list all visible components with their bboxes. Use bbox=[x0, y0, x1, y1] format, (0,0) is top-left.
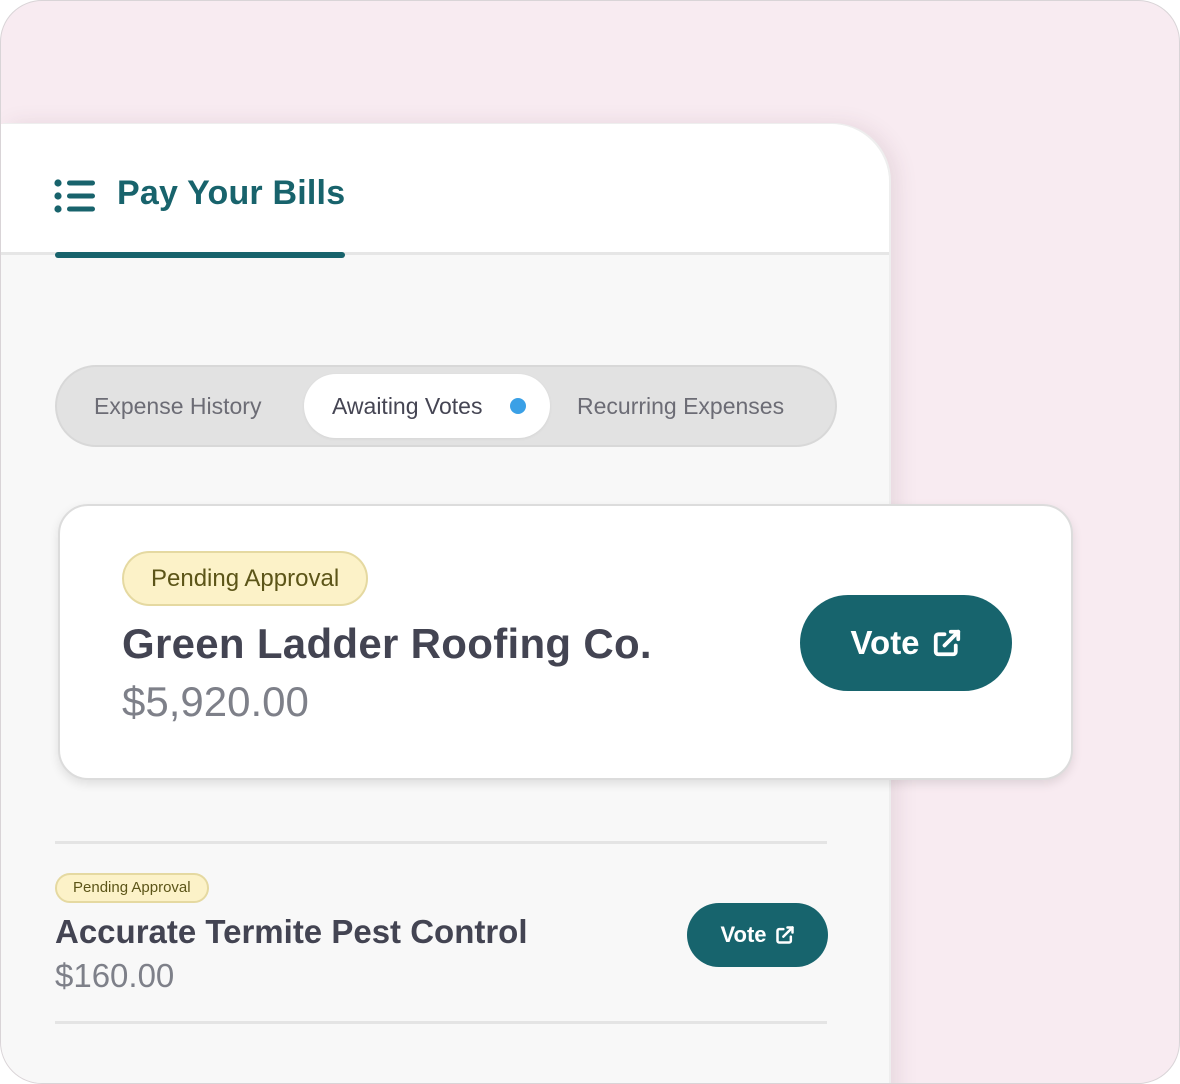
tab-awaiting-votes[interactable]: Awaiting Votes bbox=[304, 374, 550, 438]
external-link-icon bbox=[775, 926, 794, 944]
status-badge: Pending Approval bbox=[55, 873, 209, 903]
notification-dot bbox=[510, 398, 526, 414]
expense-amount: $5,920.00 bbox=[122, 678, 309, 725]
tab-awaiting-votes-label: Awaiting Votes bbox=[332, 393, 483, 419]
expense-card: Pending Approval Green Ladder Roofing Co… bbox=[58, 504, 1073, 780]
page-title: Pay Your Bills bbox=[117, 174, 346, 212]
vendor-name: Accurate Termite Pest Control bbox=[55, 913, 528, 950]
expense-amount: $160.00 bbox=[55, 957, 175, 994]
divider bbox=[55, 1021, 827, 1024]
divider bbox=[55, 841, 827, 844]
vendor-name: Green Ladder Roofing Co. bbox=[122, 620, 652, 667]
title-underline bbox=[55, 252, 345, 258]
list-icon bbox=[54, 179, 95, 213]
tab-recurring-expenses[interactable]: Recurring Expenses bbox=[577, 367, 784, 445]
status-badge: Pending Approval bbox=[122, 551, 369, 606]
app-frame: Pay Your Bills Expense History Awaiting … bbox=[0, 0, 1180, 1084]
external-link-icon bbox=[933, 629, 960, 657]
panel-header: Pay Your Bills bbox=[1, 124, 889, 255]
vote-button-label: Vote bbox=[850, 624, 920, 661]
tab-expense-history[interactable]: Expense History bbox=[94, 367, 261, 445]
vote-button[interactable]: Vote bbox=[800, 595, 1012, 691]
expense-tabs: Expense History Awaiting Votes Recurring… bbox=[55, 365, 837, 447]
vote-button-label: Vote bbox=[720, 922, 767, 947]
vote-button[interactable]: Vote bbox=[687, 903, 828, 967]
